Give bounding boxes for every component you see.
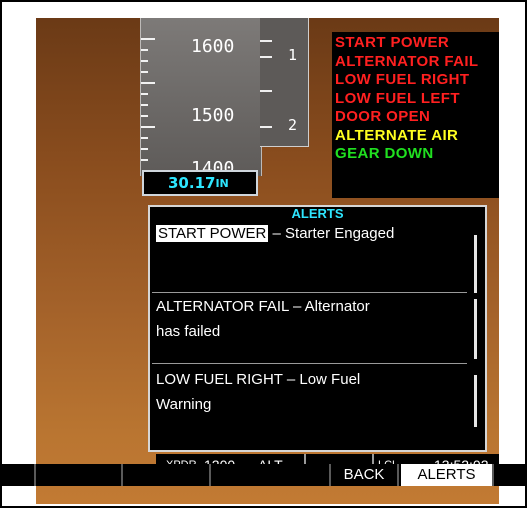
alt-tick: [141, 126, 155, 128]
pfd-screen: 1600 1500 1400 1 2 30.17 IN START POWER A…: [36, 18, 499, 504]
alert-message[interactable]: LOW FUEL RIGHT – Low Fuel Warning: [156, 367, 466, 417]
alt-tick: [141, 49, 148, 51]
alert-divider: [152, 363, 467, 364]
softkey-3[interactable]: [123, 464, 211, 486]
alt-tick: [141, 60, 148, 62]
alt-tick: [141, 38, 155, 40]
vsi-tick: [260, 90, 272, 92]
alerts-softkey[interactable]: ALERTS: [401, 464, 494, 486]
alt-tick: [141, 137, 148, 139]
altitude-label: 1500: [191, 105, 235, 126]
barometric-setting[interactable]: 30.17 IN: [142, 170, 258, 196]
alert-key: LOW FUEL RIGHT: [156, 371, 283, 388]
annunciation-window: START POWER ALTERNATOR FAIL LOW FUEL RIGHT…: [332, 32, 499, 198]
vsi-tick: [260, 40, 272, 42]
alt-tick: [141, 104, 148, 106]
annunciation-item: LOW FUEL RIGHT: [335, 71, 470, 88]
vsi-label: 1: [288, 46, 298, 64]
alert-divider: [152, 292, 467, 293]
vertical-speed-indicator: 1 2: [260, 18, 309, 147]
alert-message[interactable]: ALTERNATOR FAIL – Alternator has failed: [156, 294, 466, 344]
alt-tick: [141, 159, 148, 161]
alt-tick: [141, 82, 155, 84]
alerts-title: ALERTS: [291, 206, 344, 221]
softkey-4[interactable]: [211, 464, 331, 486]
annunciation-item: ALTERNATE AIR: [335, 126, 459, 144]
softkey-1[interactable]: [0, 464, 36, 486]
baro-value: 30.17: [168, 174, 216, 192]
annunciation-item: DOOR OPEN: [335, 108, 431, 125]
alert-text: Low Fuel: [299, 371, 361, 388]
alt-tick: [141, 93, 148, 95]
alt-tick: [141, 71, 148, 73]
back-softkey[interactable]: BACK: [331, 464, 399, 486]
scrollbar-segment[interactable]: [474, 235, 477, 293]
scrollbar-segment[interactable]: [474, 299, 477, 359]
alert-text: Starter Engaged: [285, 225, 395, 242]
baro-unit: IN: [215, 176, 229, 190]
annunciation-item: GEAR DOWN: [335, 145, 434, 162]
alert-text-line2: Warning: [156, 396, 212, 413]
scrollbar-segment[interactable]: [474, 375, 477, 427]
alert-key-selected[interactable]: START POWER: [156, 225, 269, 242]
alt-tick: [141, 148, 148, 150]
annunciation-item: ALTERNATOR FAIL: [335, 52, 479, 70]
vsi-tick: [260, 126, 272, 128]
vsi-tick: [260, 56, 272, 58]
softkey-2[interactable]: [36, 464, 123, 486]
alert-text-line2: has failed: [156, 323, 221, 340]
softkey-bar: BACK ALERTS: [0, 464, 527, 486]
annunciation-item: LOW FUEL LEFT: [335, 89, 460, 107]
alert-text: Alternator: [304, 298, 370, 315]
alerts-window[interactable]: ALERTS START POWER – Starter Engaged ALT…: [148, 205, 487, 452]
altitude-label: 1600: [191, 36, 235, 57]
alert-separator: –: [268, 225, 286, 242]
annunciation-item: START POWER: [335, 34, 450, 51]
alt-tick: [141, 115, 148, 117]
vsi-label: 2: [288, 116, 298, 134]
alert-message[interactable]: START POWER – Starter Engaged: [156, 221, 466, 246]
altimeter-tape: 1600 1500 1400: [140, 18, 262, 179]
alert-key: ALTERNATOR FAIL: [156, 298, 289, 315]
alert-separator: –: [282, 371, 300, 388]
alert-separator: –: [288, 298, 305, 315]
